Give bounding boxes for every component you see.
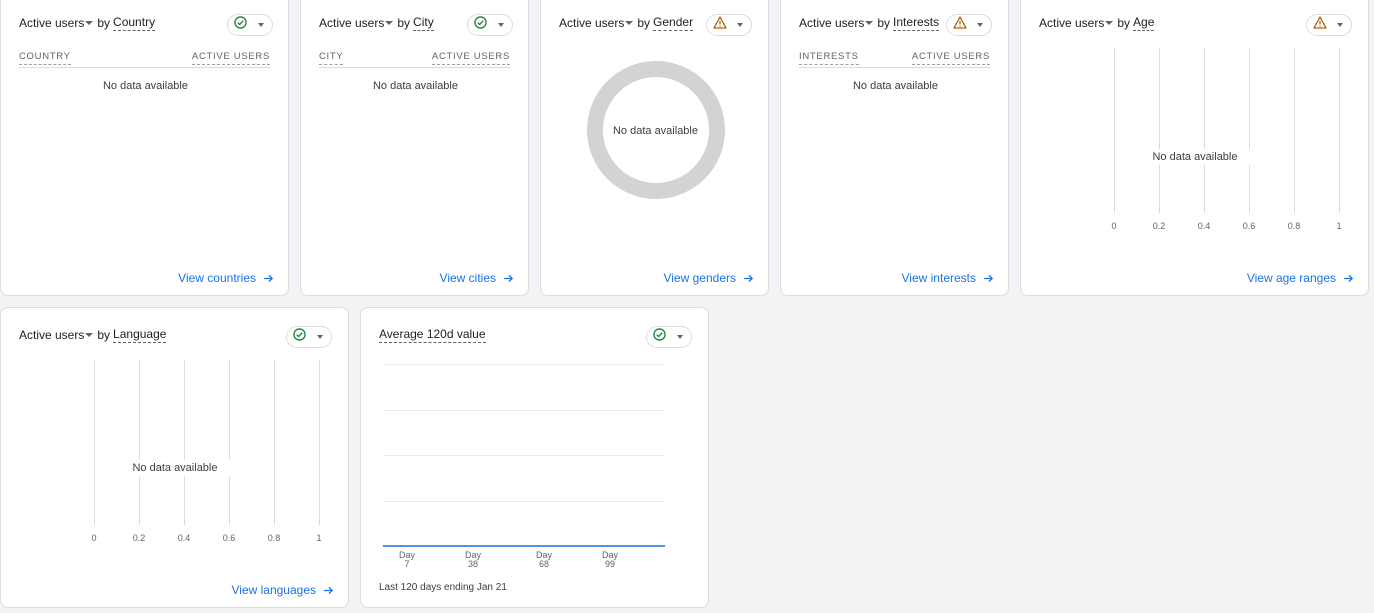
card-title: Active users by Interests	[799, 15, 940, 31]
divider	[799, 67, 990, 68]
card-country: Active users by Country COUNTRY ACTIVE U…	[0, 0, 289, 296]
no-data-message: No data available	[1135, 149, 1255, 165]
arrow-right-icon	[323, 585, 334, 596]
check-circle-icon	[474, 16, 487, 34]
status-dropdown[interactable]	[946, 14, 992, 36]
status-dropdown[interactable]	[706, 14, 752, 36]
axis-tick-label: 0.2	[132, 533, 146, 543]
column-header-interests[interactable]: INTERESTS	[799, 51, 859, 65]
axis-tick-label: 0	[1111, 221, 1117, 231]
chevron-down-icon	[977, 23, 983, 27]
axis-tick-label: 0.6	[222, 533, 236, 543]
average-value-line-chart: Day 7 Day 38 Day 68 Day 99	[361, 308, 708, 607]
gridline	[1249, 48, 1250, 213]
card-gender: Active users by Gender No data available…	[540, 0, 769, 296]
no-data-message: No data available	[115, 460, 235, 476]
gridline	[184, 360, 185, 525]
language-bar-chart: 0 0.2 0.4 0.6 0.8 1	[1, 308, 348, 607]
card-title: Active users by Country	[19, 15, 156, 31]
view-genders-link[interactable]: View genders	[664, 271, 755, 285]
axis-tick-label: 0	[91, 533, 97, 543]
gridline	[274, 360, 275, 525]
arrow-right-icon	[503, 273, 514, 284]
dimension-selector[interactable]: City	[413, 15, 434, 31]
warning-icon	[953, 16, 967, 34]
card-title: Active users by Gender	[559, 15, 694, 31]
column-header-active-users[interactable]: ACTIVE USERS	[911, 51, 990, 65]
card-title: Active users by City	[319, 15, 434, 31]
status-dropdown[interactable]	[467, 14, 513, 36]
caret-down-icon[interactable]	[625, 21, 634, 25]
chevron-down-icon	[258, 23, 264, 27]
gridline	[139, 360, 140, 525]
view-interests-link[interactable]: View interests	[902, 271, 994, 285]
gridline	[94, 360, 95, 525]
view-languages-link[interactable]: View languages	[231, 583, 334, 597]
arrow-right-icon	[983, 273, 994, 284]
chevron-down-icon	[498, 23, 504, 27]
no-data-message: No data available	[372, 80, 458, 92]
arrow-right-icon	[263, 273, 274, 284]
arrow-right-icon	[743, 273, 754, 284]
metric-selector[interactable]: Active users	[799, 16, 864, 30]
axis-tick-label: 0.4	[1197, 221, 1211, 231]
view-age-ranges-link[interactable]: View age ranges	[1247, 271, 1354, 285]
no-data-message: No data available	[612, 125, 698, 137]
caret-down-icon[interactable]	[385, 21, 394, 25]
no-data-message: No data available	[102, 80, 188, 92]
metric-selector[interactable]: Active users	[19, 16, 84, 30]
view-cities-link[interactable]: View cities	[440, 271, 514, 285]
warning-icon	[713, 16, 727, 34]
card-average-120d-value: Average 120d value Day 7 Day 38 Day 68 Day 99 L…	[360, 307, 709, 608]
card-city: Active users by City CITY ACTIVE USERS N…	[300, 0, 529, 296]
gridline	[1339, 48, 1340, 213]
axis-tick-label: 0.2	[1152, 221, 1166, 231]
column-header-country[interactable]: COUNTRY	[19, 51, 71, 65]
status-dropdown[interactable]	[227, 14, 273, 36]
date-range-footnote: Last 120 days ending Jan 21	[379, 582, 507, 593]
caret-down-icon[interactable]	[85, 21, 94, 25]
series-line-svg	[383, 545, 665, 547]
metric-selector[interactable]: Active users	[319, 16, 384, 30]
axis-tick-label: 0.4	[177, 533, 191, 543]
axis-tick-label: 0.6	[1242, 221, 1256, 231]
gridline	[319, 360, 320, 525]
axis-tick-label: 0.8	[1287, 221, 1301, 231]
divider	[319, 67, 510, 68]
view-countries-link[interactable]: View countries	[178, 271, 274, 285]
gridline	[1204, 48, 1205, 213]
gridline	[1159, 48, 1160, 213]
dimension-selector[interactable]: Interests	[893, 15, 940, 31]
dimension-selector[interactable]: Country	[113, 15, 156, 31]
check-circle-icon	[234, 16, 247, 34]
arrow-right-icon	[1343, 273, 1354, 284]
no-data-message: No data available	[852, 80, 938, 92]
card-interests: Active users by Interests INTERESTS ACTI…	[780, 0, 1009, 296]
axis-tick-label: 1	[1336, 221, 1342, 231]
caret-down-icon[interactable]	[865, 21, 874, 25]
axis-tick-label: 1	[316, 533, 322, 543]
gridline	[1294, 48, 1295, 213]
card-language: Active users by Language 0 0.2 0.4 0.6 0.8 1 …	[0, 307, 349, 608]
metric-selector[interactable]: Active users	[559, 16, 624, 30]
gridline	[1114, 48, 1115, 213]
axis-tick-label: 0.8	[267, 533, 281, 543]
gridline	[229, 360, 230, 525]
age-bar-chart: 0 0.2 0.4 0.6 0.8 1	[1021, 0, 1368, 295]
column-header-active-users[interactable]: ACTIVE USERS	[191, 51, 270, 65]
chevron-down-icon	[737, 23, 743, 27]
dimension-selector[interactable]: Gender	[653, 15, 694, 31]
column-header-active-users[interactable]: ACTIVE USERS	[431, 51, 510, 65]
divider	[19, 67, 270, 68]
card-age: Active users by Age 0 0.2 0.4 0.6 0.8 1 No da…	[1020, 0, 1369, 296]
column-header-city[interactable]: CITY	[319, 51, 344, 65]
